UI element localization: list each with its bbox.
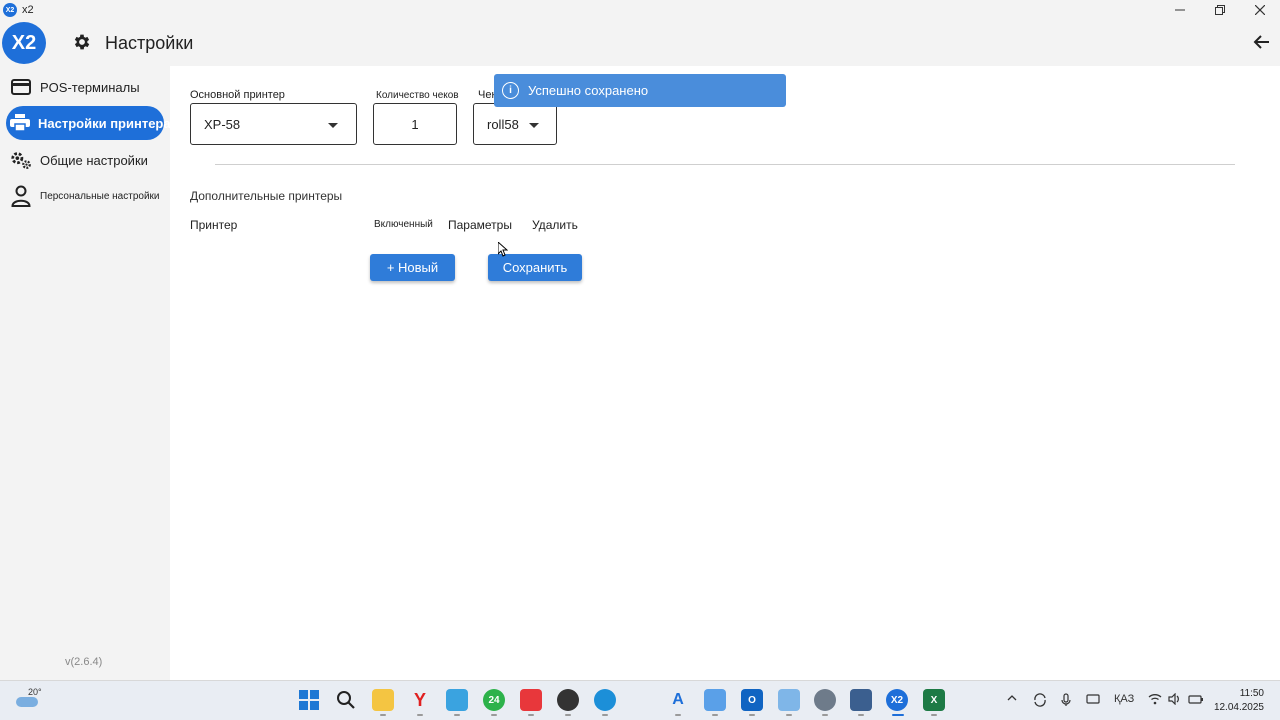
- app-indicator: [602, 714, 608, 716]
- chevron-down-icon: [529, 123, 539, 128]
- app-indicator: [675, 714, 681, 716]
- language-indicator[interactable]: ҚАЗ: [1114, 693, 1134, 705]
- window-controls: [1160, 0, 1280, 20]
- file-explorer-icon[interactable]: [372, 689, 394, 711]
- taskbar: 20° Y 24 A O X2 X ҚАЗ 11:50 12.04.2025: [0, 680, 1280, 720]
- toast-message: Успешно сохранено: [528, 83, 649, 98]
- sidebar-item-general-settings[interactable]: Общие настройки: [6, 143, 164, 177]
- window-titlebar: X2 x2: [0, 0, 1280, 20]
- sidebar-item-label: Общие настройки: [40, 152, 148, 168]
- mouse-cursor-icon: [497, 240, 509, 262]
- person-icon: [10, 185, 32, 207]
- printer-icon: [10, 112, 30, 134]
- column-params: Параметры: [448, 218, 512, 232]
- app-indicator: [822, 714, 828, 716]
- anydesk-icon[interactable]: [520, 689, 542, 711]
- card-icon: [10, 76, 32, 98]
- outlook-icon[interactable]: O: [741, 689, 763, 711]
- system-clock[interactable]: 11:50 12.04.2025: [1214, 687, 1264, 715]
- sidebar-item-label: Персональные настройки: [40, 190, 160, 202]
- sidebar-item-label: Настройки принтера: [38, 115, 171, 131]
- keyboard-icon[interactable]: [1086, 693, 1100, 708]
- maps-icon[interactable]: [446, 689, 468, 711]
- network-app-icon[interactable]: [850, 689, 872, 711]
- obs-icon[interactable]: [557, 689, 579, 711]
- weather-widget[interactable]: 20°: [16, 687, 46, 713]
- app-indicator: [786, 714, 792, 716]
- printer-settings-panel: Основной принтер XP-58 Количество чеков …: [170, 66, 1280, 680]
- sidebar-item-pos-terminals[interactable]: POS-терминалы: [6, 70, 164, 104]
- app-header: X2 Настройки: [0, 20, 1280, 66]
- app-indicator: [491, 714, 497, 716]
- app-icon: X2: [3, 3, 17, 17]
- clock-time: 11:50: [1239, 688, 1264, 699]
- x2-logo[interactable]: X2: [2, 22, 46, 64]
- yandex-browser-icon[interactable]: Y: [409, 689, 431, 711]
- app-indicator: [712, 714, 718, 716]
- sidebar-item-personal-settings[interactable]: Персональные настройки: [6, 179, 164, 213]
- receipt-type-value: roll58: [487, 116, 519, 132]
- app-version: v(2.6.4): [65, 656, 103, 668]
- window-title: x2: [22, 4, 34, 16]
- chevron-up-icon[interactable]: [1007, 693, 1017, 706]
- x2-app-icon[interactable]: X2: [886, 689, 908, 711]
- app-indicator: [528, 714, 534, 716]
- divider: [215, 164, 1235, 165]
- battery-icon[interactable]: [1188, 693, 1204, 708]
- sidebar-item-printer-settings[interactable]: Настройки принтера: [6, 106, 171, 140]
- primary-printer-value: XP-58: [204, 116, 241, 132]
- gear-icon: [72, 32, 92, 52]
- success-toast: i Успешно сохранено: [494, 74, 786, 107]
- receipt-count-input[interactable]: 1: [373, 103, 457, 145]
- minimize-icon[interactable]: [1160, 0, 1200, 20]
- volume-icon[interactable]: [1168, 692, 1182, 708]
- app-indicator: [454, 714, 460, 716]
- calendar-24-icon[interactable]: 24: [483, 689, 505, 711]
- settings-icon[interactable]: [814, 689, 836, 711]
- additional-printers-title: Дополнительные принтеры: [190, 189, 343, 203]
- excel-icon[interactable]: X: [923, 689, 945, 711]
- app-indicator: [931, 714, 937, 716]
- notepad-icon[interactable]: [704, 689, 726, 711]
- app-indicator: [417, 714, 423, 716]
- search-icon[interactable]: [335, 689, 357, 711]
- app-indicator: [858, 714, 864, 716]
- temperature: 20°: [28, 687, 42, 697]
- text-app-icon[interactable]: A: [667, 689, 689, 711]
- gears-icon: [10, 149, 32, 171]
- cloud-icon: [16, 697, 38, 707]
- info-icon: i: [502, 82, 519, 99]
- receipt-count-value: 1: [411, 116, 419, 132]
- sidebar-item-label: POS-терминалы: [40, 79, 140, 95]
- receipt-count-label: Количество чеков: [376, 90, 459, 101]
- column-delete: Удалить: [532, 218, 578, 232]
- receipt-type-select[interactable]: roll58: [473, 103, 557, 145]
- add-printer-button[interactable]: + Новый: [370, 254, 455, 281]
- chevron-down-icon: [328, 123, 338, 128]
- clock-date: 12.04.2025: [1213, 702, 1264, 713]
- app-indicator: [380, 714, 386, 716]
- restore-icon[interactable]: [1200, 0, 1240, 20]
- primary-printer-select[interactable]: XP-58: [190, 103, 357, 145]
- page-title: Настройки: [105, 33, 194, 53]
- close-icon[interactable]: [1240, 0, 1280, 20]
- primary-printer-label: Основной принтер: [190, 89, 285, 101]
- arrow-left-icon[interactable]: [1252, 32, 1272, 52]
- column-printer: Принтер: [190, 218, 238, 232]
- sidebar: POS-терминалы Настройки принтера Общие н…: [0, 66, 171, 680]
- wifi-icon[interactable]: [1148, 693, 1162, 708]
- microphone-icon[interactable]: [1060, 693, 1072, 710]
- windows-start-icon[interactable]: [298, 689, 320, 711]
- column-enabled: Включенный: [374, 219, 433, 230]
- edge-icon[interactable]: [594, 689, 616, 711]
- sync-icon[interactable]: [1033, 693, 1047, 710]
- active-app-indicator: [892, 714, 904, 716]
- app-indicator: [565, 714, 571, 716]
- app-indicator: [749, 714, 755, 716]
- paint-icon[interactable]: [778, 689, 800, 711]
